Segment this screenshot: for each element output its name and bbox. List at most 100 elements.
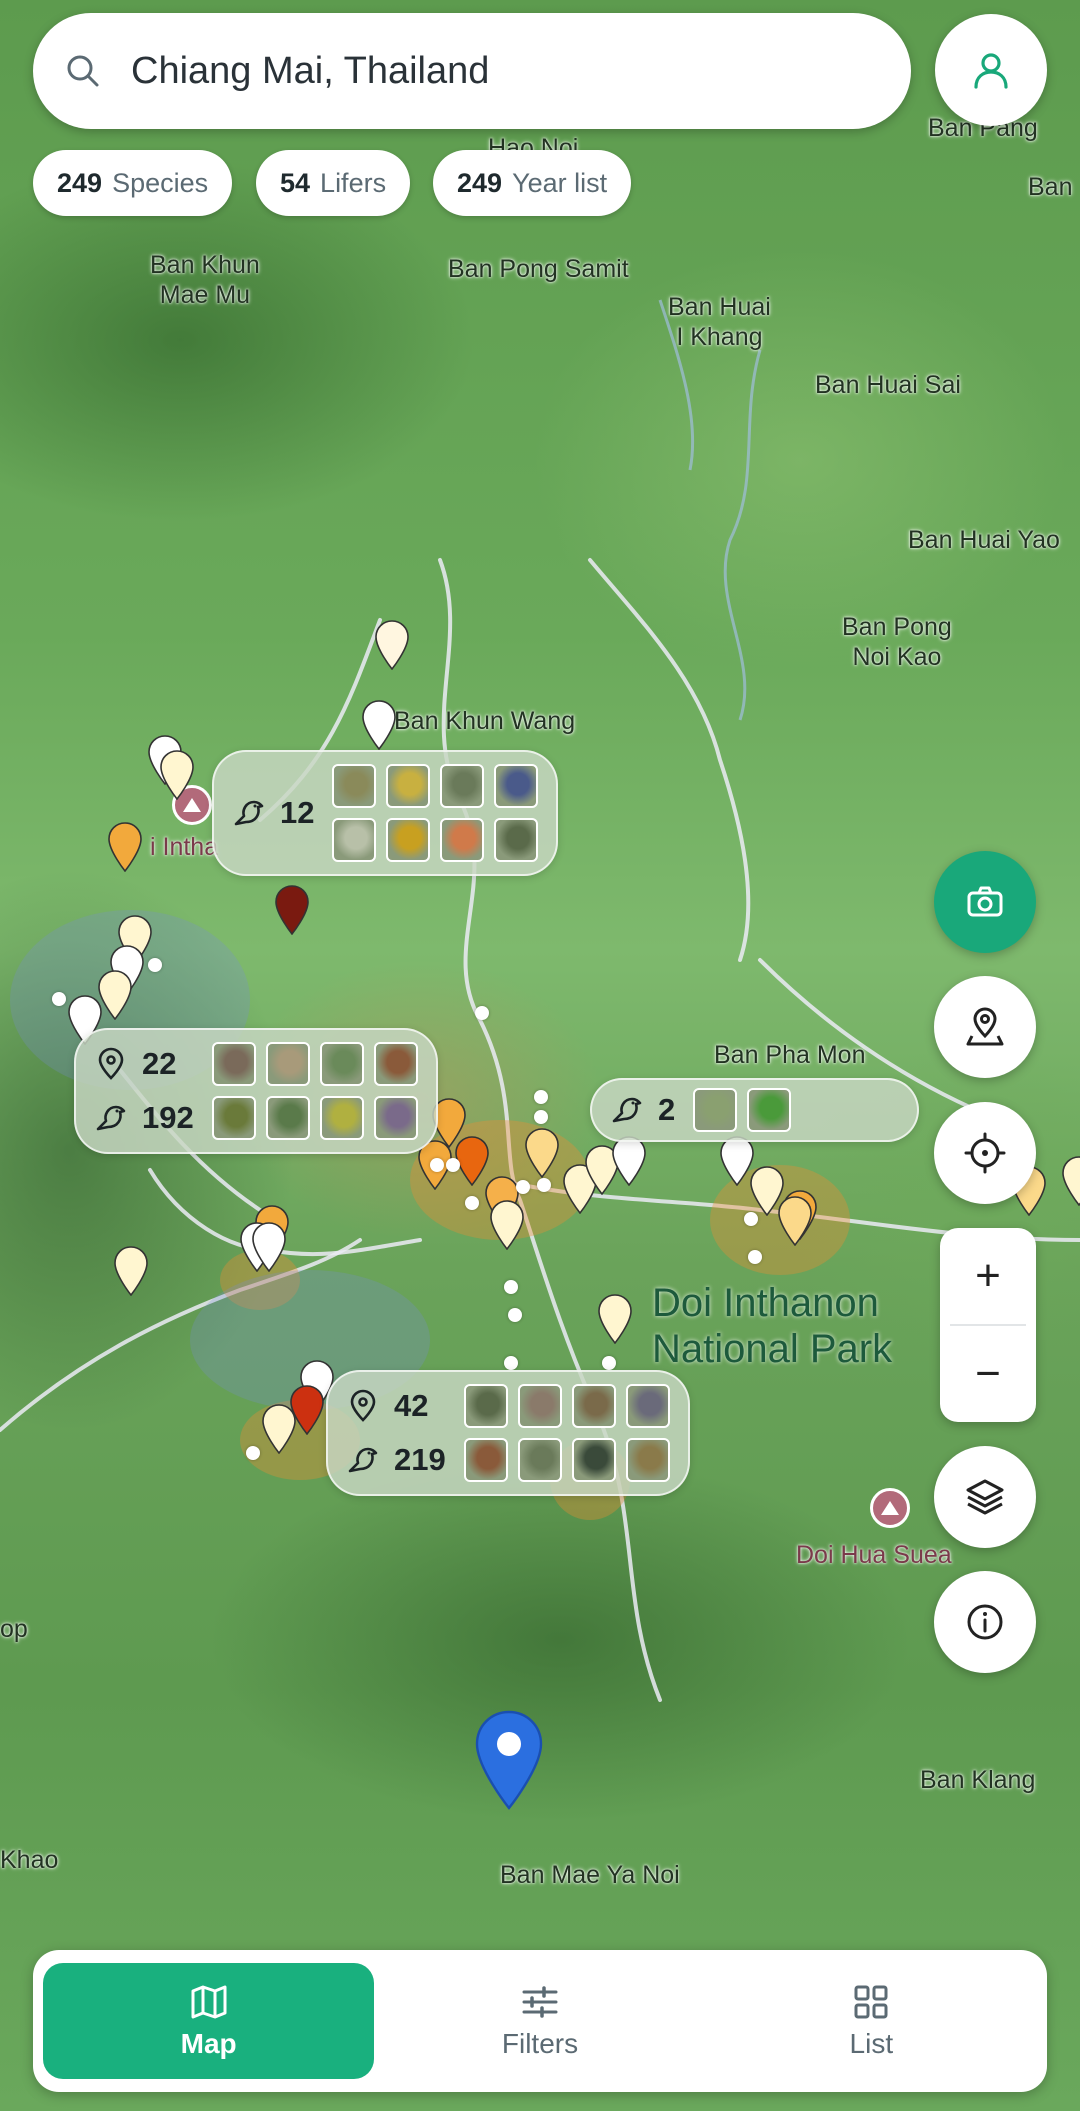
observation-dot[interactable] bbox=[52, 992, 66, 1006]
cluster-card[interactable]: 22 192 bbox=[74, 1028, 438, 1154]
observation-dot[interactable] bbox=[516, 1180, 530, 1194]
bird-count: 219 bbox=[346, 1439, 446, 1481]
species-thumbnail[interactable] bbox=[386, 764, 431, 808]
observation-dot[interactable] bbox=[246, 1446, 260, 1460]
tab-map[interactable]: Map bbox=[43, 1963, 375, 2079]
species-chip[interactable]: 249 Species bbox=[33, 150, 233, 216]
observation-pin[interactable] bbox=[490, 1200, 524, 1250]
search-input[interactable]: Chiang Mai, Thailand bbox=[131, 50, 489, 93]
observation-dot[interactable] bbox=[430, 1158, 444, 1172]
observation-dot[interactable] bbox=[534, 1090, 548, 1104]
observation-dot[interactable] bbox=[504, 1356, 518, 1370]
chip-label: Year list bbox=[512, 167, 608, 198]
species-thumbnail[interactable] bbox=[693, 1088, 738, 1132]
observation-pin[interactable] bbox=[598, 1294, 632, 1344]
observation-dot[interactable] bbox=[537, 1178, 551, 1192]
species-thumbnail[interactable] bbox=[463, 1438, 508, 1482]
species-thumbnail[interactable] bbox=[440, 764, 485, 808]
current-location-pin[interactable] bbox=[473, 1710, 545, 1810]
species-thumbnails bbox=[463, 1384, 670, 1482]
tab-filters[interactable]: Filters bbox=[374, 1963, 705, 2079]
observation-pin[interactable] bbox=[98, 970, 132, 1020]
species-thumbnail[interactable] bbox=[517, 1438, 562, 1482]
zoom-out-button[interactable]: − bbox=[940, 1326, 1036, 1422]
observation-dot[interactable] bbox=[602, 1356, 616, 1370]
observation-pin[interactable] bbox=[160, 750, 194, 800]
cluster-card[interactable]: 42 219 bbox=[326, 1370, 690, 1496]
search-bar[interactable]: Chiang Mai, Thailand bbox=[33, 13, 911, 129]
species-thumbnail[interactable] bbox=[211, 1096, 256, 1140]
observation-pin[interactable] bbox=[1062, 1156, 1080, 1206]
location-icon bbox=[98, 1047, 124, 1080]
observation-pin[interactable] bbox=[262, 1404, 296, 1454]
place-inthanon-short: i Intha bbox=[150, 833, 219, 861]
camera-icon bbox=[967, 886, 1003, 917]
tab-label: Map bbox=[180, 2028, 237, 2059]
observation-dot[interactable] bbox=[148, 958, 162, 972]
species-thumbnail[interactable] bbox=[494, 764, 539, 808]
observation-dot[interactable] bbox=[465, 1196, 479, 1210]
observation-pin[interactable] bbox=[375, 620, 409, 670]
info-button[interactable] bbox=[934, 1571, 1036, 1673]
species-thumbnail[interactable] bbox=[373, 1096, 418, 1140]
species-thumbnail[interactable] bbox=[517, 1384, 562, 1428]
species-thumbnail[interactable] bbox=[332, 764, 377, 808]
observation-dot[interactable] bbox=[504, 1280, 518, 1294]
zoom-in-button[interactable]: + bbox=[940, 1228, 1036, 1324]
profile-button[interactable] bbox=[935, 14, 1047, 126]
observation-dot[interactable] bbox=[744, 1212, 758, 1226]
peak-icon[interactable] bbox=[870, 1488, 910, 1528]
species-thumbnail[interactable] bbox=[747, 1088, 792, 1132]
observation-pin[interactable] bbox=[455, 1136, 489, 1186]
observation-dot[interactable] bbox=[475, 1006, 489, 1020]
species-thumbnail[interactable] bbox=[211, 1042, 256, 1086]
species-thumbnail[interactable] bbox=[625, 1438, 670, 1482]
species-thumbnail[interactable] bbox=[319, 1096, 364, 1140]
my-location-button[interactable] bbox=[934, 1102, 1036, 1204]
observation-dot[interactable] bbox=[534, 1110, 548, 1124]
species-thumbnail[interactable] bbox=[440, 818, 485, 862]
species-thumbnail[interactable] bbox=[373, 1042, 418, 1086]
sliders-icon bbox=[522, 1986, 558, 2018]
place-khao: Khao bbox=[0, 1846, 59, 1874]
species-thumbnail[interactable] bbox=[386, 818, 431, 862]
camera-button[interactable] bbox=[934, 851, 1036, 953]
observation-dot[interactable] bbox=[748, 1250, 762, 1264]
place-ban-huai-sai: Ban Huai Sai bbox=[815, 371, 961, 399]
observation-dot[interactable] bbox=[508, 1308, 522, 1322]
year-list-chip[interactable]: 249 Year list bbox=[433, 150, 632, 216]
tab-list[interactable]: List bbox=[706, 1963, 1037, 2079]
user-icon bbox=[974, 53, 1008, 89]
species-thumbnail[interactable] bbox=[571, 1438, 616, 1482]
observation-pin[interactable] bbox=[108, 822, 142, 872]
location-icon bbox=[350, 1389, 376, 1422]
observation-pin[interactable] bbox=[114, 1246, 148, 1296]
species-thumbnail[interactable] bbox=[319, 1042, 364, 1086]
species-thumbnail[interactable] bbox=[463, 1384, 508, 1428]
observation-pin[interactable] bbox=[525, 1128, 559, 1178]
place-ban-pha-mon: Ban Pha Mon bbox=[714, 1041, 866, 1069]
species-thumbnail[interactable] bbox=[494, 818, 539, 862]
observation-dot[interactable] bbox=[446, 1158, 460, 1172]
lifers-chip[interactable]: 54 Lifers bbox=[256, 150, 411, 216]
observation-pin[interactable] bbox=[362, 700, 396, 750]
place-ban-huai-yao: Ban Huai Yao bbox=[908, 526, 1060, 554]
layers-button[interactable] bbox=[934, 1446, 1036, 1548]
place-ban-khun-mae-mu: Ban Khun Mae Mu bbox=[150, 251, 260, 309]
species-thumbnail[interactable] bbox=[625, 1384, 670, 1428]
bird-icon bbox=[234, 800, 264, 826]
species-thumbnail[interactable] bbox=[571, 1384, 616, 1428]
place-ban-edge: Ban bbox=[1028, 173, 1073, 201]
observation-pin[interactable] bbox=[720, 1136, 754, 1186]
location-map-button[interactable] bbox=[934, 976, 1036, 1078]
cluster-card[interactable]: 2 bbox=[590, 1078, 920, 1142]
observation-pin[interactable] bbox=[778, 1196, 812, 1246]
species-thumbnail[interactable] bbox=[265, 1042, 310, 1086]
species-thumbnail[interactable] bbox=[265, 1096, 310, 1140]
observation-pin[interactable] bbox=[612, 1136, 646, 1186]
bird-count: 2 bbox=[610, 1089, 675, 1131]
observation-pin[interactable] bbox=[275, 885, 309, 935]
observation-pin[interactable] bbox=[252, 1222, 286, 1272]
cluster-card[interactable]: 12 bbox=[212, 750, 559, 876]
species-thumbnail[interactable] bbox=[332, 818, 377, 862]
